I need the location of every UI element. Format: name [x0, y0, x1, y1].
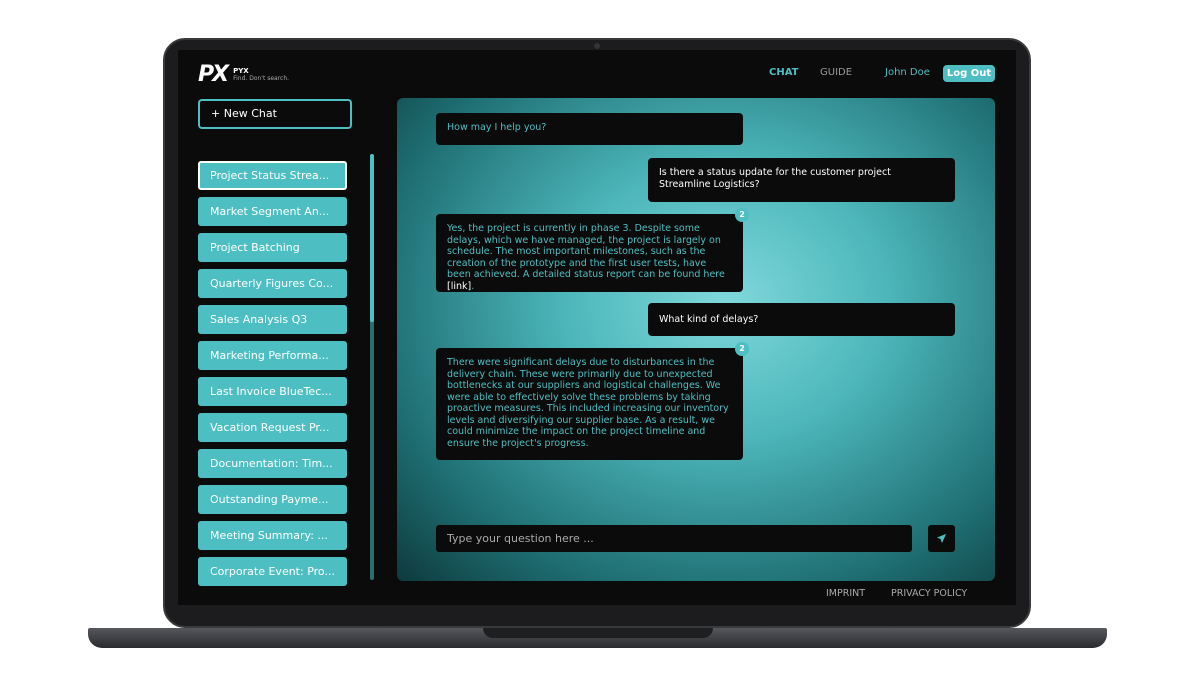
laptop-base: [88, 628, 1107, 648]
chat-history-item[interactable]: Project Status Strea...: [198, 161, 347, 190]
logo-mark: PX: [198, 62, 229, 87]
message-text: Is there a status update for the custome…: [659, 167, 891, 190]
chat-panel: How may I help you? Is there a status up…: [397, 98, 995, 581]
chat-history-item[interactable]: Outstanding Payme...: [198, 485, 347, 514]
chat-history-item[interactable]: Last Invoice BlueTec...: [198, 377, 347, 406]
send-button[interactable]: [928, 525, 955, 552]
laptop-notch: [483, 628, 713, 638]
chat-history-item[interactable]: Corporate Event: Pro...: [198, 557, 347, 586]
scrollbar-thumb[interactable]: [370, 154, 374, 322]
message-text: What kind of delays?: [659, 314, 759, 325]
message-text: Yes, the project is currently in phase 3…: [447, 223, 725, 280]
bot-message: How may I help you?: [436, 113, 743, 145]
chat-history-item[interactable]: Marketing Performa...: [198, 341, 347, 370]
brand-tagline: Find. Don't search.: [233, 75, 290, 82]
logo[interactable]: PX PYX Find. Don't search.: [198, 62, 289, 87]
new-chat-button[interactable]: + New Chat: [198, 99, 352, 129]
brand-name: PYX: [233, 67, 249, 75]
message-text: There were significant delays due to dis…: [447, 357, 729, 449]
chat-history-list: Project Status Strea... Market Segment A…: [198, 161, 347, 593]
chat-history-item[interactable]: Quarterly Figures Co...: [198, 269, 347, 298]
privacy-policy-link[interactable]: PRIVACY POLICY: [891, 588, 967, 599]
user-message: Is there a status update for the custome…: [648, 158, 955, 202]
bot-message: Yes, the project is currently in phase 3…: [436, 208, 749, 292]
app-screen: PX PYX Find. Don't search. CHAT GUIDE Joh…: [178, 50, 1016, 605]
source-count-badge[interactable]: 2: [735, 208, 749, 222]
imprint-link[interactable]: IMPRINT: [826, 588, 865, 599]
user-name[interactable]: John Doe: [885, 67, 930, 78]
chat-history-item[interactable]: Meeting Summary: ...: [198, 521, 347, 550]
source-count-badge[interactable]: 2: [735, 342, 749, 356]
send-icon: [936, 533, 947, 544]
message-tail: .: [471, 280, 475, 292]
chat-history-item[interactable]: Project Batching: [198, 233, 347, 262]
bot-message: There were significant delays due to dis…: [436, 342, 749, 460]
logout-button[interactable]: Log Out: [943, 65, 995, 82]
sidebar-scrollbar[interactable]: [370, 154, 374, 580]
chat-history-item[interactable]: Market Segment An...: [198, 197, 347, 226]
user-message: What kind of delays?: [648, 303, 955, 336]
nav-chat[interactable]: CHAT: [769, 67, 799, 78]
camera: [594, 43, 600, 49]
chat-history-item[interactable]: Sales Analysis Q3: [198, 305, 347, 334]
question-input[interactable]: Type your question here ...: [436, 525, 912, 552]
chat-history-item[interactable]: Documentation: Tim...: [198, 449, 347, 478]
message-text: How may I help you?: [447, 122, 547, 133]
chat-history-item[interactable]: Vacation Request Pr...: [198, 413, 347, 442]
status-report-link[interactable]: [link]: [447, 281, 471, 292]
nav-guide[interactable]: GUIDE: [820, 67, 852, 78]
